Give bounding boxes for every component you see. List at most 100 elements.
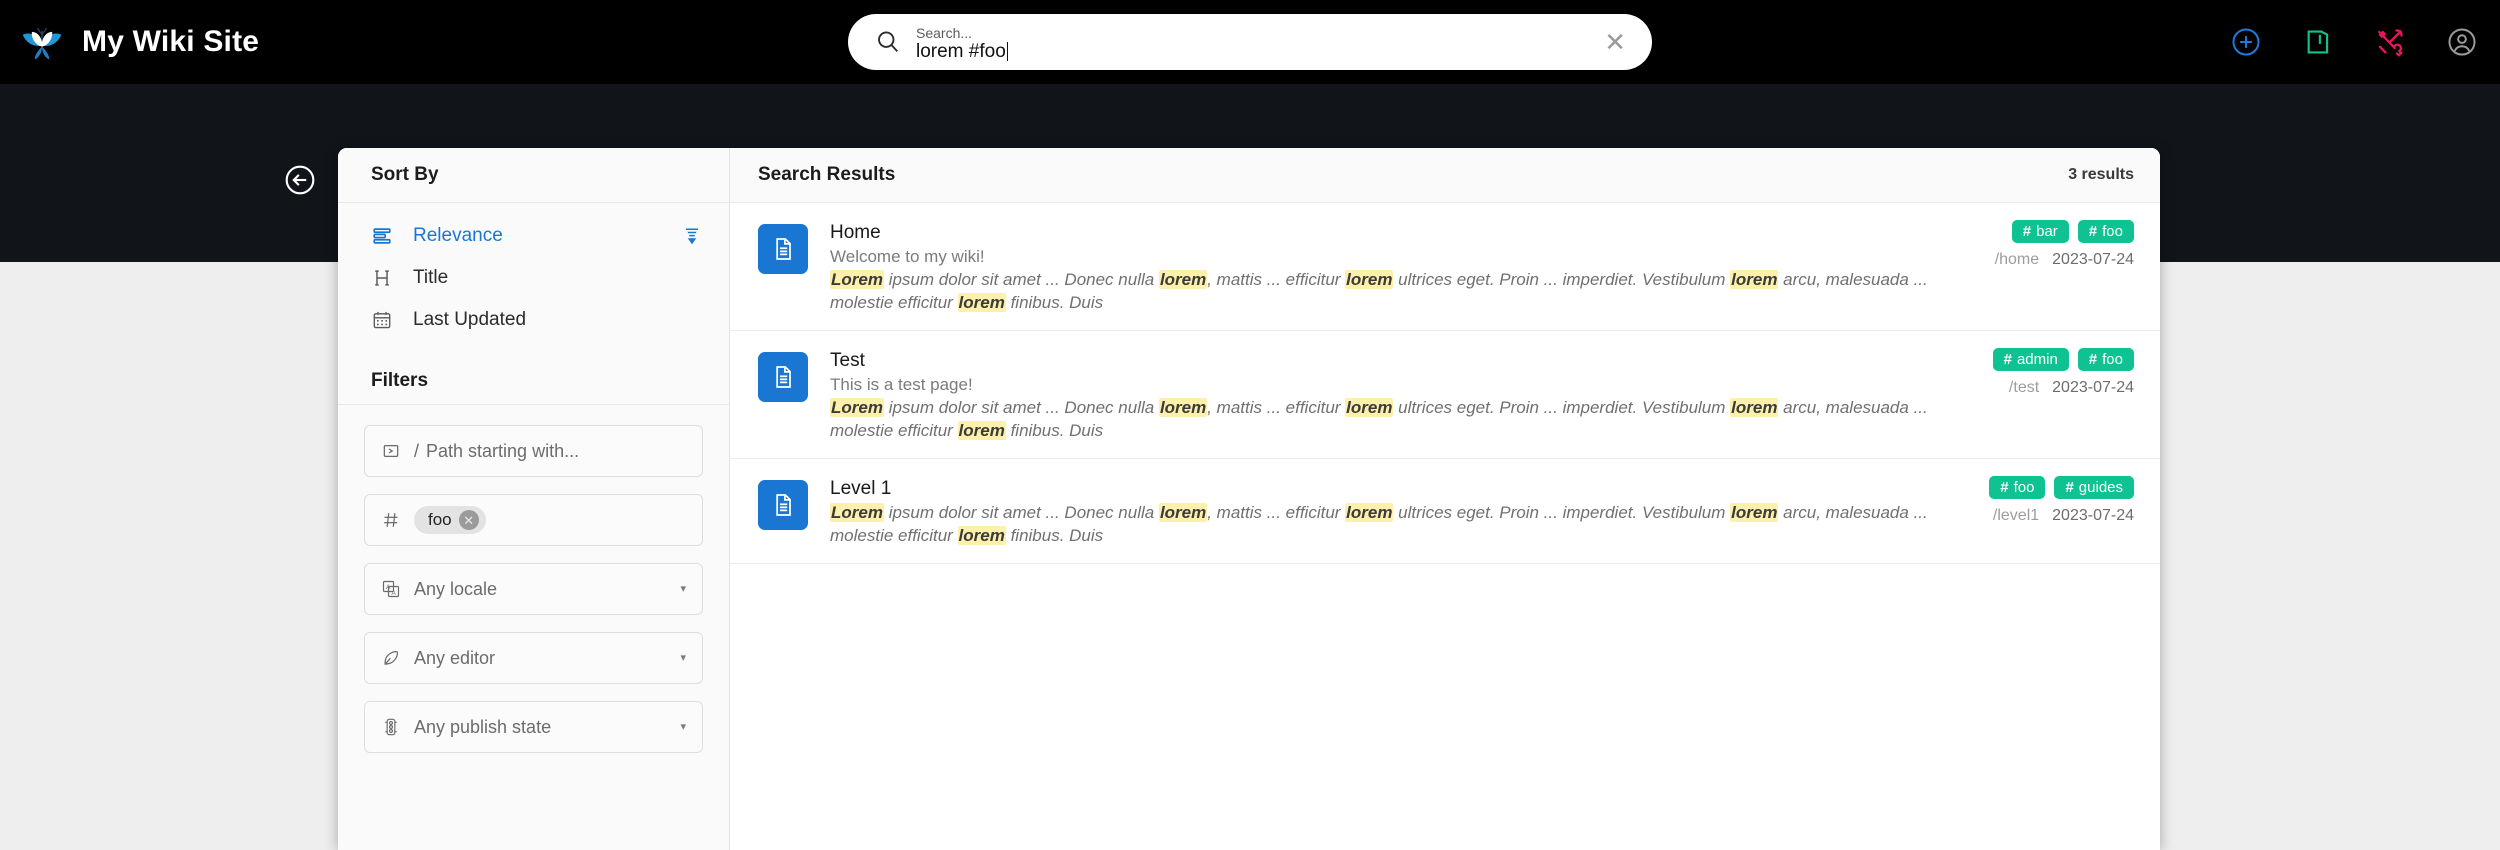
tag-badge[interactable]: # guides [2054,476,2134,499]
search-bar[interactable]: Search... lorem #foo ✕ [848,14,1652,70]
sort-descending-icon[interactable] [681,225,703,247]
search-result-path: /test [2008,379,2040,396]
tag-badge[interactable]: # bar [2011,220,2069,243]
tags-filter-input[interactable]: foo ✕ [364,494,703,546]
snippet-highlight: lorem [1158,398,1208,417]
arrow-left-circle-icon[interactable] [283,163,317,197]
svg-text:A: A [386,584,391,591]
search-result-path: /home [1994,251,2040,268]
search-result-tags: # bar # foo [2011,220,2134,243]
search-results-title: Search Results [758,164,896,185]
search-clear-icon[interactable]: ✕ [1600,29,1630,55]
snippet-highlight: Lorem [830,398,884,417]
wiki-butterfly-logo-icon [22,27,62,60]
sort-option-title[interactable]: Title [338,257,729,299]
sort-option-label: Last Updated [413,309,527,330]
search-result-date: 2023-07-24 [2052,379,2134,396]
snippet-highlight: lorem [1730,270,1779,289]
path-placeholder: Path starting with... [426,440,580,461]
hash-icon: # [2065,479,2074,496]
search-result-subline: /level1 2023-07-24 [1993,507,2134,525]
brand[interactable]: My Wiki Site [20,20,259,64]
text-caret [1006,42,1009,61]
document-icon [758,352,808,402]
hash-icon: # [2088,351,2098,368]
search-result-tags: # admin # foo [1992,348,2134,371]
search-result-date: 2023-07-24 [2052,507,2134,524]
plus-circle-icon[interactable] [2230,26,2262,58]
search-result-row[interactable]: Home Welcome to my wiki! Lorem ipsum dolor… [730,203,2160,331]
snippet-highlight: Lorem [830,503,884,522]
snippet-highlight: lorem [957,293,1006,312]
sort-option-label: Title [413,267,449,288]
publish-state-filter-select[interactable]: Any publish state ▾ [364,701,703,753]
tag-chip-foo[interactable]: foo ✕ [414,506,486,534]
snippet-highlight: Lorem [830,270,884,289]
search-result-subline: /home 2023-07-24 [1995,251,2134,269]
calendar-icon [371,309,397,331]
search-result-row[interactable]: Level 1 Lorem ipsum dolor sit amet ... Do… [730,459,2160,564]
locale-filter-value: Any locale [414,578,498,599]
user-circle-icon[interactable] [2446,26,2478,58]
sort-option-last-updated[interactable]: Last Updated [338,299,729,341]
search-result-title: Test [830,350,865,371]
search-result-title: Home [830,222,881,243]
hash-icon [381,510,401,530]
snippet-highlight: lorem [1345,503,1394,522]
search-result-tags: # foo # guides [1989,476,2134,499]
path-prefix: / [414,440,420,461]
document-icon [758,224,808,274]
tools-icon[interactable] [2374,26,2406,58]
traffic-light-icon [381,717,401,737]
tag-chip-label: foo [428,510,452,529]
tag-chip-remove-icon[interactable]: ✕ [458,510,479,530]
search-result-title: Level 1 [830,478,892,499]
search-result-snippet: Lorem ipsum dolor sit amet ... Donec nul… [830,503,1928,545]
search-result-subline: /test 2023-07-24 [2009,379,2134,397]
chevron-down-icon[interactable]: ▾ [680,652,686,664]
snippet-highlight: lorem [957,526,1006,545]
search-icon [878,31,899,52]
search-label: Search... [916,24,973,41]
sort-relevance-icon [371,225,397,247]
filters-heading: Filters [338,357,729,405]
search-result-snippet: Lorem ipsum dolor sit amet ... Donec nul… [830,270,1928,312]
search-result-row[interactable]: Test This is a test page! Lorem ipsum dolo… [730,331,2160,459]
filters-list: / Path starting with... foo ✕ A A Any lo… [338,405,729,753]
hash-icon: # [2003,351,2012,368]
sort-option-label: Relevance [413,225,503,246]
snippet-highlight: lorem [1158,503,1208,522]
hash-icon: # [2022,223,2032,240]
search-results-count: 3 results [2068,166,2134,183]
tag-badge[interactable]: # foo [1989,476,2046,499]
snippet-highlight: lorem [1730,503,1779,522]
search-sidebar: Sort By Relevance Title Last Updated Fil… [338,148,730,850]
tag-badge[interactable]: # admin [1992,348,2069,371]
chevron-down-icon[interactable]: ▾ [680,583,686,595]
search-result-date: 2023-07-24 [2052,251,2134,268]
path-filter-input[interactable]: / Path starting with... [364,425,703,477]
search-result-body: Test This is a test page! Lorem ipsum dolo… [808,348,1975,442]
search-result-description: Welcome to my wiki! [830,247,985,266]
search-results-list: Home Welcome to my wiki! Lorem ipsum dolor… [730,203,2160,564]
hash-icon: # [2000,479,2009,496]
sort-options-list: Relevance Title Last Updated [338,203,729,347]
tag-badge-label: guides [2078,479,2123,496]
tag-badge[interactable]: # foo [2077,220,2134,243]
book-page-icon[interactable] [2302,26,2334,58]
tag-badge-label: bar [2036,223,2058,240]
snippet-highlight: lorem [1345,270,1394,289]
hash-icon: # [2088,223,2098,240]
search-overlay-panel: Sort By Relevance Title Last Updated Fil… [338,148,2160,850]
tag-badge-label: foo [2102,223,2123,240]
search-result-snippet: Lorem ipsum dolor sit amet ... Donec nul… [830,398,1928,440]
tag-badge[interactable]: # foo [2077,348,2134,371]
search-input-wrap[interactable]: lorem #foo [916,41,1600,63]
publish-state-filter-value: Any publish state [414,716,552,737]
editor-filter-select[interactable]: Any editor ▾ [364,632,703,684]
snippet-highlight: lorem [1345,398,1394,417]
locale-filter-select[interactable]: A A Any locale ▾ [364,563,703,615]
search-results-header: Search Results 3 results [730,148,2160,203]
sort-option-relevance[interactable]: Relevance [338,215,729,257]
chevron-down-icon[interactable]: ▾ [680,721,686,733]
